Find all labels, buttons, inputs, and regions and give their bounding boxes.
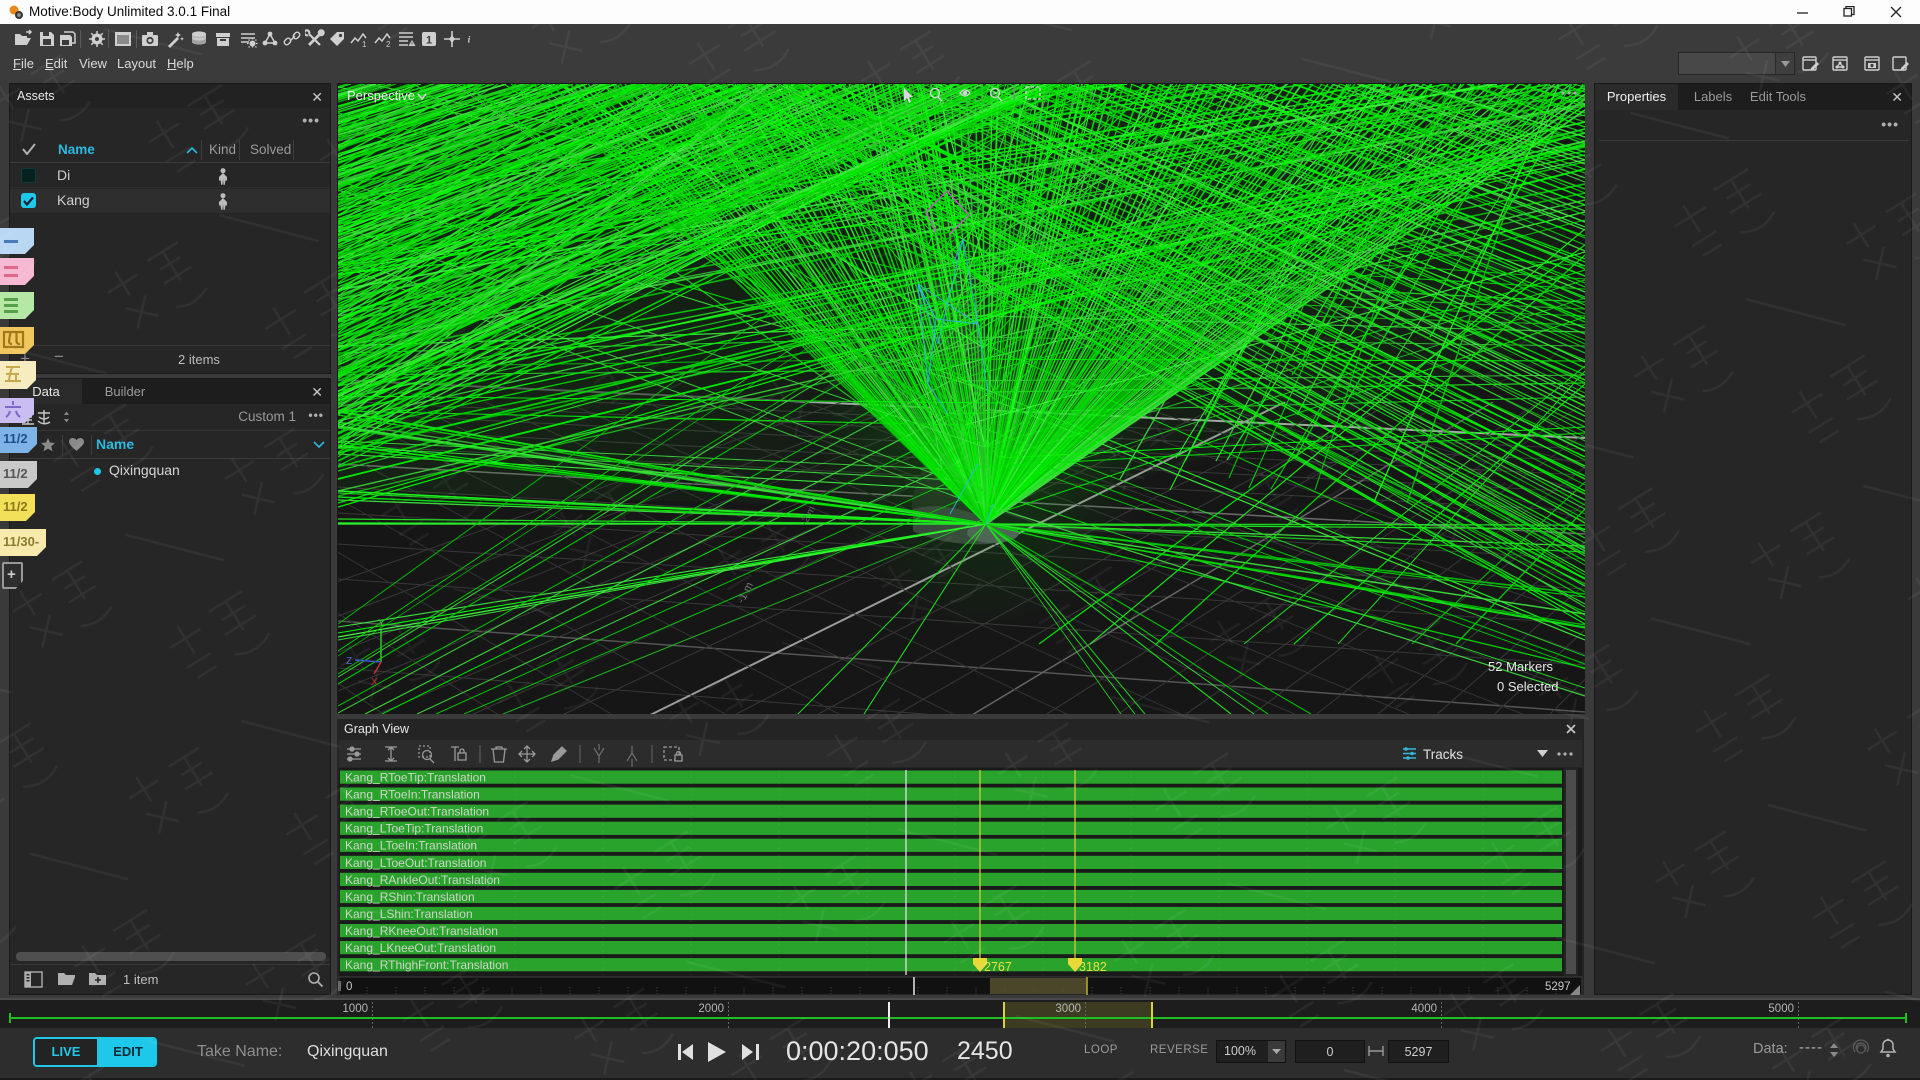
svg-text:Kang_RShin:Translation: Kang_RShin:Translation (345, 890, 475, 904)
svg-text:2767: 2767 (984, 960, 1012, 974)
svg-text:Kang_RKneeOut:Translation: Kang_RKneeOut:Translation (345, 924, 498, 938)
svg-text:2: 2 (386, 40, 391, 49)
svg-text:1: 1 (362, 40, 367, 49)
svg-text:Kang_RToeTip:Translation: Kang_RToeTip:Translation (345, 771, 486, 785)
svg-text:Tracks: Tracks (1423, 747, 1463, 762)
svg-text:Kang_LToeIn:Translation: Kang_LToeIn:Translation (345, 839, 477, 853)
svg-text:Kang_RAnkleOut:Translation: Kang_RAnkleOut:Translation (345, 873, 500, 887)
svg-text:Kang_RToeIn:Translation: Kang_RToeIn:Translation (345, 788, 480, 802)
svg-text:i: i (468, 35, 471, 46)
svg-text:3182: 3182 (1079, 960, 1107, 974)
svg-text:0 Selected: 0 Selected (1497, 679, 1558, 694)
svg-text:1: 1 (426, 35, 432, 47)
svg-text:X: X (371, 677, 378, 688)
svg-text:5297: 5297 (1545, 981, 1571, 993)
svg-text:Kang_LToeOut:Translation: Kang_LToeOut:Translation (345, 856, 486, 870)
svg-text:0: 0 (346, 981, 352, 993)
svg-text:Z: Z (346, 656, 352, 667)
svg-text:Y: Y (378, 618, 385, 629)
svg-text:Graph View: Graph View (344, 722, 410, 736)
svg-text:Perspective: Perspective (347, 88, 415, 103)
svg-text:Kang_RToeOut:Translation: Kang_RToeOut:Translation (345, 805, 489, 819)
svg-text:Kang_LToeTip:Translation: Kang_LToeTip:Translation (345, 822, 483, 836)
svg-text:Kang_LKneeOut:Translation: Kang_LKneeOut:Translation (345, 941, 496, 955)
svg-text:52 Markers: 52 Markers (1488, 659, 1554, 674)
svg-text:Kang_LShin:Translation: Kang_LShin:Translation (345, 907, 473, 921)
